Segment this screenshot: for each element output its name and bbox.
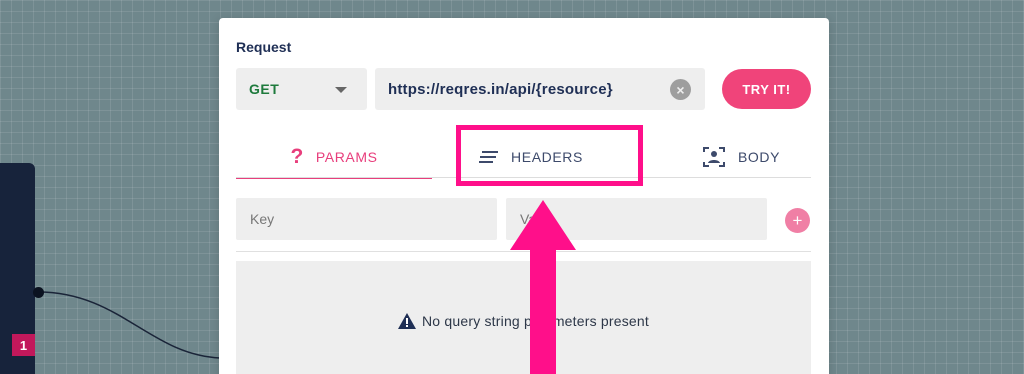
chevron-down-icon (335, 87, 347, 93)
tab-body[interactable]: BODY (676, 136, 806, 178)
url-value: https://reqres.in/api/{resource} (388, 80, 613, 98)
tab-params[interactable]: ? PARAMS (236, 136, 432, 179)
warning-icon (397, 313, 416, 329)
panel-title: Request (236, 39, 292, 55)
node-port[interactable] (33, 287, 44, 298)
question-icon: ? (290, 145, 304, 168)
method-select[interactable]: GET (236, 68, 367, 110)
key-input[interactable]: Key (236, 198, 497, 240)
tab-label: PARAMS (315, 149, 378, 165)
annotation-arrow (510, 200, 576, 374)
tab-label: BODY (737, 149, 781, 165)
method-value: GET (249, 81, 280, 97)
user-frame-icon (702, 147, 725, 167)
headers-highlight-box (456, 125, 643, 186)
node-badge: 1 (12, 334, 35, 356)
try-it-button[interactable]: TRY IT! (722, 69, 811, 109)
clear-icon[interactable]: × (670, 79, 691, 100)
url-field[interactable]: https://reqres.in/api/{resource} × (375, 68, 705, 110)
add-param-button[interactable]: + (785, 208, 810, 233)
